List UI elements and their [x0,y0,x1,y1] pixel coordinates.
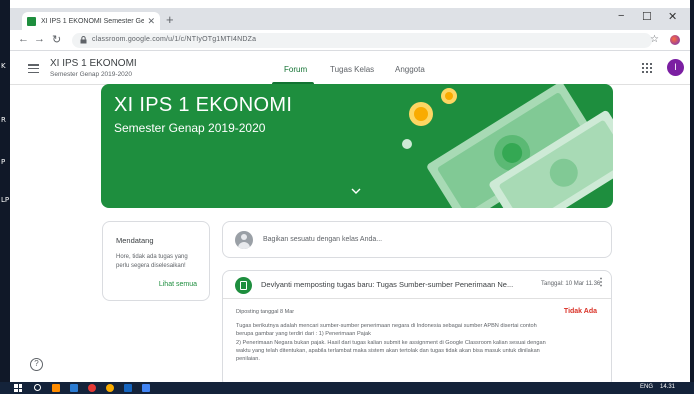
browser-window: XI IPS 1 EKONOMI Semester Ge ✕ + − ☐ ✕ ←… [10,8,690,382]
tab-forum[interactable]: Forum [284,65,307,74]
view-all-link[interactable]: Lihat semua [159,281,197,288]
tab-close-icon[interactable]: ✕ [147,16,155,27]
url-text: classroom.google.com/u/1/c/NTIyOTg1MTI4N… [92,36,257,43]
post-body-line: berupa gambar yang terdiri dari : 1) Pen… [236,331,371,338]
class-banner: XI IPS 1 EKONOMI Semester Genap 2019-202… [101,84,613,208]
post-header[interactable]: Devlyanti memposting tugas baru: Tugas S… [223,271,611,299]
classroom-favicon-icon [27,16,36,26]
user-avatar-icon [235,231,253,249]
left-frame: K R P LP [0,0,10,394]
chrome-icon[interactable] [106,384,114,392]
minimize-button[interactable]: − [618,10,624,22]
post-body-line: waktu yang telah ditentukan, apabila ter… [236,347,540,354]
tab-tugas-kelas[interactable]: Tugas Kelas [330,65,374,74]
status-badge: Tidak Ada [563,308,597,315]
more-options-icon[interactable]: ⋮ [596,277,606,288]
word-icon[interactable] [124,384,132,392]
tab-anggota[interactable]: Anggota [395,65,425,74]
frame-mark: LP [1,196,10,204]
right-frame [690,0,694,394]
apps-grid-icon[interactable] [642,63,652,73]
search-icon[interactable] [34,384,41,391]
url-field[interactable]: classroom.google.com/u/1/c/NTIyOTg1MTI4N… [72,33,652,48]
close-window-button[interactable]: ✕ [668,10,677,23]
new-tab-button[interactable]: + [166,12,174,27]
frame-mark: P [1,158,6,166]
class-subtitle: Semester Genap 2019-2020 [50,71,133,78]
clock[interactable]: 14.31 [660,384,675,390]
hamburger-menu-icon[interactable] [28,64,39,74]
opera-icon[interactable] [88,384,96,392]
class-name[interactable]: XI IPS 1 EKONOMI [50,58,137,69]
address-bar: ← → ↻ classroom.google.com/u/1/c/NTIyOTg… [10,30,690,51]
post-title: Devlyanti memposting tugas baru: Tugas S… [261,280,514,289]
upcoming-title: Mendatang [116,236,154,245]
profile-extension-icon[interactable] [670,35,680,45]
banner-title: XI IPS 1 EKONOMI [114,94,293,116]
maximize-button[interactable]: ☐ [642,10,652,23]
forward-button[interactable]: → [34,33,45,45]
announcement-placeholder: Bagikan sesuatu dengan kelas Anda... [263,236,383,243]
help-icon[interactable]: ? [30,358,43,371]
banner-subtitle: Semester Genap 2019-2020 [114,121,266,135]
announcement-box[interactable]: Bagikan sesuatu dengan kelas Anda... [222,221,612,258]
assignment-icon [235,277,252,294]
app-icon[interactable] [52,384,60,392]
frame-mark: K [1,62,6,70]
chevron-down-icon[interactable] [351,188,361,194]
taskbar: ENG 14.31 [0,382,694,394]
upcoming-card: Mendatang Hore, tidak ada tugas yang per… [102,221,210,301]
reload-button[interactable]: ↻ [52,33,61,46]
lock-icon [80,36,87,44]
back-button[interactable]: ← [18,33,29,45]
app-icon[interactable] [142,384,150,392]
money-illustration-icon [402,84,613,208]
language-indicator[interactable]: ENG [640,384,653,390]
classroom-header: XI IPS 1 EKONOMI Semester Genap 2019-202… [10,51,690,85]
post-body-line: Tugas berikutnya adalah mencari sumber-s… [236,323,537,329]
tab-strip: XI IPS 1 EKONOMI Semester Ge ✕ + − ☐ ✕ [10,8,690,30]
post-date: Tanggal: 10 Mar 11.36 [541,281,601,287]
bookmark-star-icon[interactable]: ☆ [650,34,659,45]
post-body-line: 2) Penerimaan Negara bukan pajak. Hasil … [236,339,546,346]
upcoming-text: Hore, tidak ada tugas yang perlu segera … [116,254,188,269]
assignment-post: Devlyanti memposting tugas baru: Tugas S… [222,270,612,382]
start-button[interactable] [14,384,22,392]
tab-title: XI IPS 1 EKONOMI Semester Ge [41,17,145,25]
edge-icon[interactable] [70,384,78,392]
frame-mark: R [1,116,6,124]
post-due: Diposting tanggal 8 Mar [236,309,295,315]
browser-tab[interactable]: XI IPS 1 EKONOMI Semester Ge ✕ [22,12,160,30]
post-body-line: penilaian. [236,356,260,363]
post-body: Tugas berikutnya adalah mencari sumber-s… [236,322,598,363]
account-avatar[interactable]: I [667,59,684,76]
